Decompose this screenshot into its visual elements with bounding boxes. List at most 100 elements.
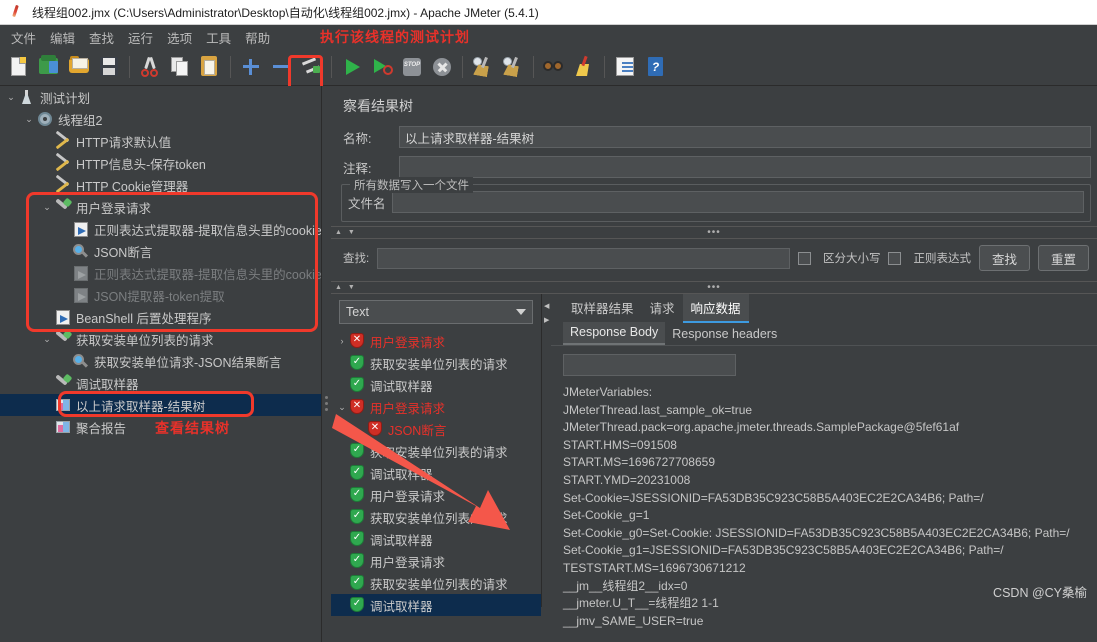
start-no-pauses-button[interactable] [369,54,395,80]
regex-checkbox[interactable] [888,251,902,265]
tree-twisty[interactable]: ⌄ [40,202,54,213]
collapse-left-icon[interactable]: ◀ [544,302,549,310]
binoculars-icon[interactable] [541,54,567,80]
detail-collapse-column[interactable]: ◀ ▶ [542,294,551,607]
result-twisty[interactable]: › [335,336,349,346]
save-button[interactable] [96,54,122,80]
post-processor-icon [72,265,90,281]
comment-input[interactable] [399,156,1091,178]
sample-result-row[interactable]: ✓ 用户登录请求 [331,550,541,572]
tree-node[interactable]: HTTP请求默认值 [0,130,321,152]
menu-item-file[interactable]: 文件 [4,25,43,50]
menu-item-run[interactable]: 运行 [121,25,160,50]
filename-input[interactable] [391,191,1084,213]
sample-result-tree[interactable]: › ✕ 用户登录请求 ✓ 获取安装单位列表的请求 ✓ 调试取样器 ⌄ ✕ 用户登录请求 ✕ JSON断… [331,328,541,616]
sample-result-row[interactable]: ✓ 调试取样器 [331,374,541,396]
toggle-button[interactable] [298,54,324,80]
detail-tab[interactable]: 响应数据 [682,294,749,323]
collapse-arrows-icon[interactable]: ▲ ▼ [335,284,357,291]
sampler-icon [54,329,73,347]
tree-node[interactable]: JSON提取器-token提取 [0,284,321,306]
new-test-plan-button[interactable] [6,54,32,80]
tree-node[interactable]: JSON断言 [0,240,321,262]
collapse-bar-upper[interactable]: ▲ ▼ ••• [331,226,1097,239]
name-input[interactable] [399,126,1091,148]
templates-button[interactable] [36,54,62,80]
tree-node[interactable]: HTTP Cookie管理器 [0,174,321,196]
sample-result-row[interactable]: ✓ 获取安装单位列表的请求 [331,440,541,462]
tree-node[interactable]: 正则表达式提取器-提取信息头里的cookie [0,262,321,284]
log-viewer-button[interactable] [612,54,638,80]
reset-search-button[interactable] [571,54,597,80]
response-subtabs[interactable]: Response Body Response headers [551,322,1097,346]
tree-node[interactable]: ⌄ 用户登录请求 [0,196,321,218]
response-subtab[interactable]: Response Body [563,322,666,345]
collapse-bar-lower[interactable]: ▲ ▼ ••• [331,281,1097,294]
collapse-all-button[interactable] [268,54,294,80]
toolbar-separator [604,56,605,78]
sample-result-row[interactable]: ⌄ ✕ 用户登录请求 [331,396,541,418]
tree-node[interactable]: HTTP信息头-保存token [0,152,321,174]
result-twisty[interactable]: ⌄ [335,402,349,413]
paste-button[interactable] [197,54,223,80]
reset-button[interactable]: 重置 [1037,245,1089,271]
tree-node[interactable]: ⌄ 线程组2 [0,108,321,130]
drag-dots-icon[interactable]: ••• [707,282,721,292]
sample-result-row[interactable]: ✓ 获取安装单位列表的请求 [331,572,541,594]
sample-result-row[interactable]: ✓ 调试取样器 [331,462,541,484]
open-button[interactable] [66,54,92,80]
menu-item-help[interactable]: 帮助 [238,25,277,50]
tree-node[interactable]: 调试取样器 [0,372,321,394]
tree-node[interactable]: BeanShell 后置处理程序 [0,306,321,328]
expand-all-button[interactable] [238,54,264,80]
cut-button[interactable] [137,54,163,80]
search-input[interactable] [377,247,790,269]
stop-button[interactable]: STOP [399,54,425,80]
chevron-down-icon[interactable] [516,309,526,315]
help-button[interactable]: ? [642,54,668,80]
tree-twisty[interactable]: ⌄ [40,334,54,345]
tree-node[interactable]: 获取安装单位请求-JSON结果断言 [0,350,321,372]
sample-result-label: 调试取样器 [370,467,433,482]
clear-button[interactable] [470,54,496,80]
start-button[interactable] [339,54,365,80]
find-button[interactable]: 查找 [978,245,1030,271]
menu-item-search[interactable]: 查找 [82,25,121,50]
detail-tabs[interactable]: 取样器结果 请求 响应数据 [551,294,1097,323]
tree-node[interactable]: ⌄ 测试计划 [0,86,321,108]
menu-item-tools[interactable]: 工具 [199,25,238,50]
detail-tab[interactable]: 取样器结果 [563,294,642,322]
case-sensitive-checkbox[interactable] [797,251,811,265]
jmeter-window: 线程组002.jmx (C:\Users\Administrator\Deskt… [0,0,1097,642]
menu-item-options[interactable]: 选项 [160,25,199,50]
response-filter-input[interactable] [563,354,736,376]
splitter-grip[interactable] [325,396,328,412]
jmeter-feather-icon [8,4,24,20]
tree-twisty[interactable]: ⌄ [4,92,18,103]
renderer-select[interactable]: Text [339,300,533,324]
clear-all-button[interactable] [500,54,526,80]
sample-result-row[interactable]: ✓ 获取安装单位列表的请求 [331,506,541,528]
config-wrench-icon [54,130,72,150]
copy-button[interactable] [167,54,193,80]
sample-result-row[interactable]: ✓ 用户登录请求 [331,484,541,506]
tree-twisty[interactable]: ⌄ [22,114,36,125]
collapse-right-icon[interactable]: ▶ [544,316,549,324]
sample-result-row[interactable]: ✓ 调试取样器 [331,594,541,616]
sample-result-row[interactable]: ✓ 获取安装单位列表的请求 [331,352,541,374]
tree-node[interactable]: 以上请求取样器-结果树 [0,394,321,416]
main-splitter[interactable] [322,86,331,642]
collapse-arrows-icon[interactable]: ▲ ▼ [335,229,357,236]
detail-tab[interactable]: 请求 [642,294,683,322]
name-label: 名称: [343,131,372,146]
sample-result-row[interactable]: ✕ JSON断言 [331,418,541,440]
tree-node[interactable]: 正则表达式提取器-提取信息头里的cookie [0,218,321,240]
tree-node[interactable]: ⌄ 获取安装单位列表的请求 [0,328,321,350]
drag-dots-icon[interactable]: ••• [707,227,721,237]
sample-result-row[interactable]: ✓ 调试取样器 [331,528,541,550]
shutdown-button[interactable] [429,54,455,80]
test-plan-tree[interactable]: ⌄ 测试计划 ⌄ 线程组2 HTTP请求默认值 HTTP信息头-保存token HTTP C… [0,86,322,642]
menu-item-edit[interactable]: 编辑 [43,25,82,50]
response-subtab[interactable]: Response headers [665,324,784,345]
sample-result-row[interactable]: › ✕ 用户登录请求 [331,330,541,352]
